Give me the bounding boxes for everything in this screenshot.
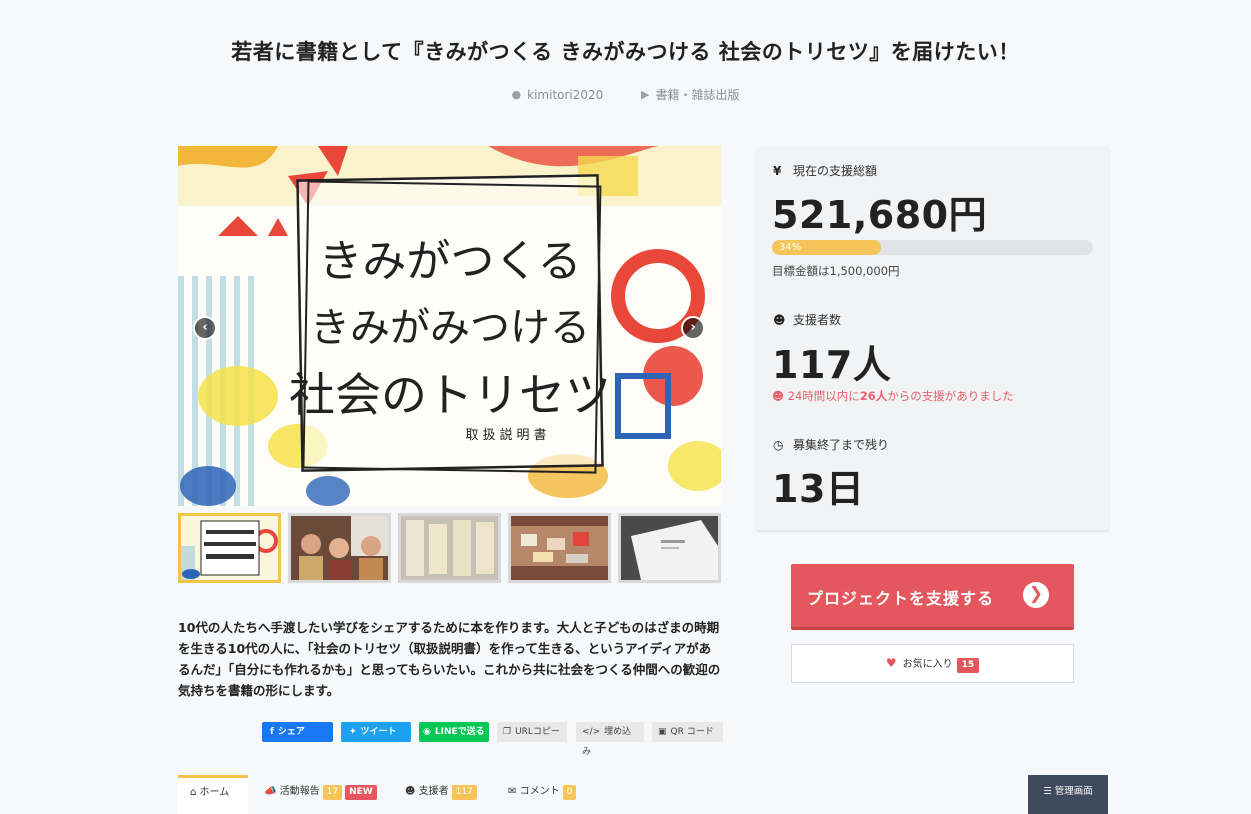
copy-icon: ❐ (503, 727, 512, 737)
progress-fill: 34% (772, 240, 882, 255)
comment-icon: ✉ (508, 786, 517, 797)
total-amount: 521,680円 (772, 193, 988, 237)
comments-count-badge: 0 (562, 785, 577, 800)
chevron-left-icon: ‹ (202, 320, 208, 335)
tab-backers[interactable]: ☻ 支援者 117 (393, 775, 489, 814)
thumbnail-2[interactable] (288, 513, 391, 583)
twitter-icon: ✦ (349, 727, 357, 737)
user-icon: ● (511, 88, 522, 101)
favorite-button[interactable]: ♥ お気に入り 15 (791, 644, 1074, 683)
url-copy-button[interactable]: ❐ URLコピー (497, 722, 567, 742)
cover-subtitle: 取扱説明書 (465, 427, 550, 443)
user-plus-icon: ☻ (772, 389, 784, 403)
thumbnail-4[interactable] (508, 513, 611, 583)
arrow-right-circle-icon: ❯ (1023, 582, 1049, 608)
category-link[interactable]: 書籍・雑誌出版 (655, 86, 739, 103)
users-icon: ☻ (405, 786, 416, 797)
reports-count-badge: 17 (322, 785, 343, 800)
cover-illustration: きみがつくる きみがみつける 社会のトリセツ 取扱説明書 (178, 146, 721, 506)
cover-line-1: きみがつくる (318, 236, 581, 287)
line-icon: ◉ (423, 727, 431, 737)
carousel-next-button[interactable]: › (681, 316, 705, 340)
new-badge: NEW (345, 785, 377, 800)
tab-comments[interactable]: ✉ コメント 0 (496, 775, 588, 814)
yen-icon: ¥ (773, 164, 782, 178)
code-icon: </> (582, 727, 601, 737)
total-label: ¥ 現在の支援総額 (773, 164, 878, 178)
thumbnail-1[interactable] (178, 513, 281, 583)
line-share-button[interactable]: ◉ LINEで送る (419, 722, 489, 742)
admin-button[interactable]: ☰ 管理画面 (1028, 775, 1108, 814)
project-meta: ● kimitori2020 ▶ 書籍・雑誌出版 (0, 86, 1251, 103)
backers-count-badge: 117 (451, 785, 477, 800)
clock-icon: ◷ (773, 438, 784, 452)
funding-progress-bar: 34% (772, 240, 1093, 255)
cover-line-2: きみがみつける (310, 305, 590, 351)
backers-label: ☻ 支援者数 (773, 313, 842, 327)
carousel-prev-button[interactable]: ‹ (193, 316, 217, 340)
support-button-label: プロジェクトを支援する (807, 589, 995, 608)
heart-icon: ♥ (885, 656, 897, 670)
favorite-label: お気に入り (902, 659, 953, 670)
goal-amount: 目標金額は1,500,000円 (772, 264, 900, 278)
megaphone-icon: 📣 (264, 786, 277, 797)
project-description: 10代の人たちへ手渡したい学びをシェアするために本を作ります。大人と子どものはざ… (178, 620, 721, 698)
thumbnail-strip (178, 513, 721, 583)
cover-line-3: 社会のトリセツ (289, 368, 611, 422)
menu-icon: ☰ (1043, 786, 1052, 797)
facebook-share-button[interactable]: f シェア (262, 722, 333, 742)
days-label: ◷ 募集終了まで残り (773, 438, 890, 452)
chevron-right-icon: › (690, 320, 696, 335)
favorite-count: 15 (956, 658, 980, 673)
facebook-icon: f (270, 727, 274, 737)
qr-icon: ▣ (658, 727, 667, 737)
qr-code-button[interactable]: ▣ QR コード (652, 722, 723, 742)
backers-count: 117人 (772, 343, 892, 387)
stats-panel: ¥ 現在の支援総額 521,680円 34% 目標金額は1,500,000円 ☻ 支… (756, 146, 1109, 530)
thumbnail-3[interactable] (398, 513, 501, 583)
home-icon: ⌂ (190, 787, 197, 798)
main-image: きみがつくる きみがみつける 社会のトリセツ 取扱説明書 (178, 146, 721, 506)
author-link[interactable]: kimitori2020 (527, 88, 603, 102)
tag-icon: ▶ (640, 88, 650, 101)
recent-backers-note: ☻ 24時間以内に26人からの支援がありました (772, 389, 1014, 403)
embed-button[interactable]: </> 埋め込み (576, 722, 644, 757)
tab-home[interactable]: ⌂ ホーム (178, 775, 248, 814)
support-project-button[interactable]: プロジェクトを支援する ❯ (791, 564, 1074, 627)
days-remaining: 13日 (772, 467, 865, 511)
twitter-share-button[interactable]: ✦ ツイート (341, 722, 411, 742)
project-title: 若者に書籍として『きみがつくる きみがみつける 社会のトリセツ』を届けたい！ (231, 40, 1020, 64)
thumbnail-5[interactable] (618, 513, 721, 583)
users-icon: ☻ (773, 313, 786, 327)
tab-reports[interactable]: 📣 活動報告 17 NEW (252, 775, 389, 814)
